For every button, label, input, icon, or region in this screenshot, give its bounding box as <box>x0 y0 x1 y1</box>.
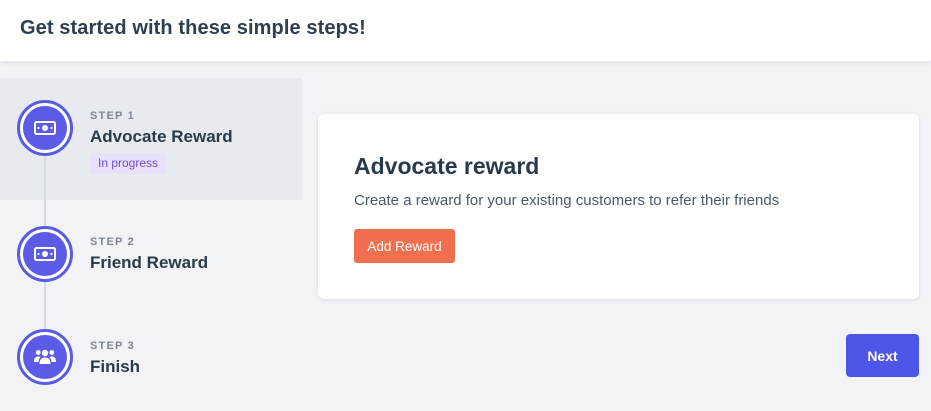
step-advocate-reward[interactable]: STEP 1 Advocate Reward In progress <box>0 78 302 200</box>
step-3-title: Finish <box>90 357 141 376</box>
card-description: Create a reward for your existing custom… <box>354 192 780 209</box>
step-1-circle <box>17 100 73 156</box>
step-content-card: Advocate reward Create a reward for your… <box>318 114 919 299</box>
steps-sidebar: STEP 1 Advocate Reward In progress STEP … <box>0 78 302 411</box>
money-bill-icon <box>34 247 56 261</box>
status-badge: In progress <box>90 153 167 174</box>
step-finish[interactable]: STEP 3 Finish <box>0 300 302 400</box>
step-2-title: Friend Reward <box>90 253 209 272</box>
next-button[interactable]: Next <box>846 334 919 377</box>
step-1-eyebrow: STEP 1 <box>90 110 135 122</box>
money-bill-icon <box>34 121 56 135</box>
card-title: Advocate reward <box>354 153 540 179</box>
step-3-eyebrow: STEP 3 <box>90 340 135 352</box>
step-2-circle <box>17 226 73 282</box>
step-2-eyebrow: STEP 2 <box>90 236 135 248</box>
step-friend-reward[interactable]: STEP 2 Friend Reward <box>0 200 302 300</box>
add-reward-button[interactable]: Add Reward <box>354 229 455 263</box>
users-icon <box>34 349 56 364</box>
step-1-title: Advocate Reward <box>90 127 233 146</box>
page-title: Get started with these simple steps! <box>20 17 366 39</box>
page-header: Get started with these simple steps! <box>0 0 931 61</box>
step-3-circle <box>17 329 73 385</box>
